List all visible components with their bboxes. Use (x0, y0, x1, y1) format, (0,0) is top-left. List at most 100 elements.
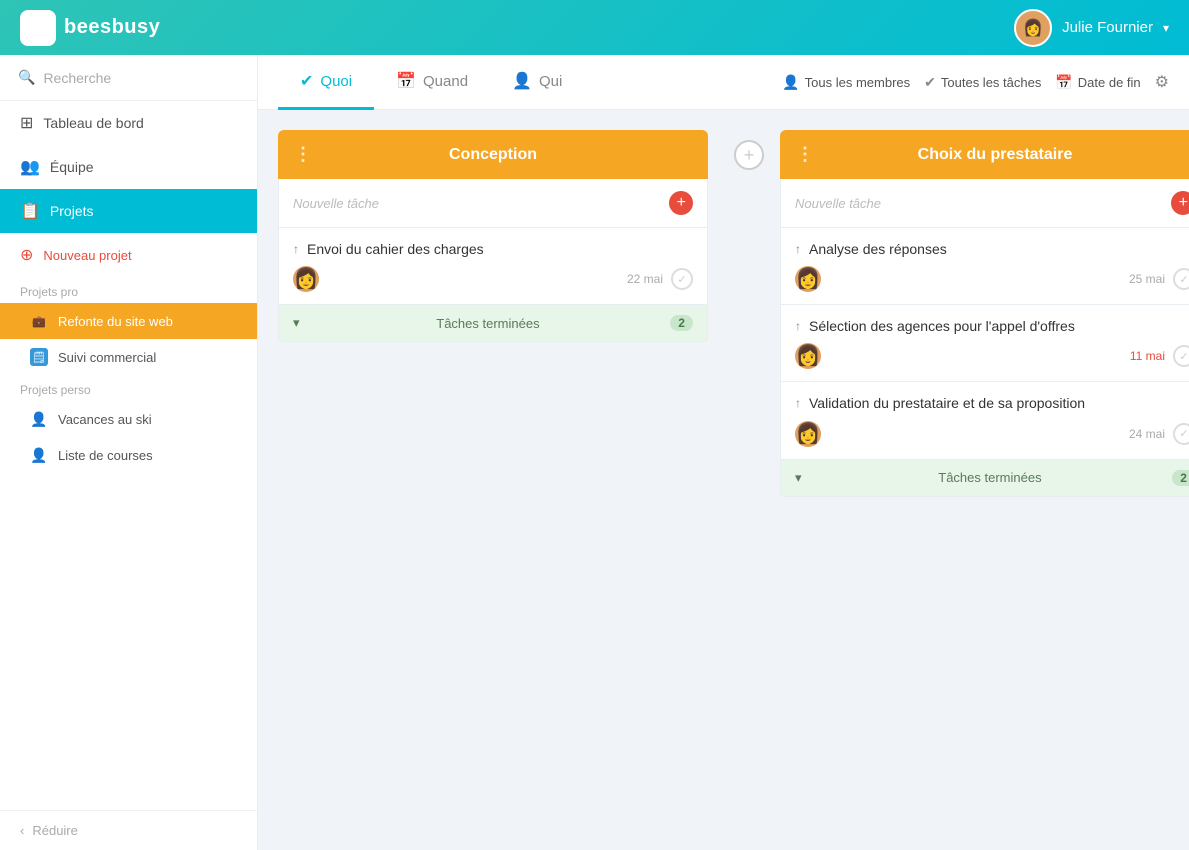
avatar-emoji: 👩 (294, 266, 319, 292)
tab-label: Qui (539, 73, 562, 90)
date-icon: 📅 (1055, 74, 1072, 91)
sidebar-item-dashboard[interactable]: ⊞ Tableau de bord (0, 101, 257, 145)
reduce-button[interactable]: ‹ Réduire (0, 810, 257, 850)
chevron-down-icon: ▾ (1163, 21, 1169, 35)
completed-section-prestataire[interactable]: ▾ Tâches terminées 2 (780, 460, 1189, 497)
new-task-placeholder-2: Nouvelle tâche (795, 196, 881, 211)
filter-date-label: Date de fin (1078, 75, 1141, 90)
tab-qui[interactable]: 👤 Qui (490, 56, 584, 110)
new-task-placeholder: Nouvelle tâche (293, 196, 379, 211)
person-icon-2: 👤 (30, 446, 48, 464)
task-arrow-icon-3: ↑ (795, 319, 801, 333)
task-check-button[interactable]: ✓ (671, 268, 693, 290)
sidebar-subitem-label: Suivi commercial (58, 350, 156, 365)
tab-label: Quand (423, 73, 468, 90)
task-card-3: ↑ Sélection des agences pour l'appel d'o… (780, 305, 1189, 382)
task-card: ↑ Envoi du cahier des charges 👩 22 mai ✓ (278, 228, 708, 305)
chevron-down-icon: ▾ (293, 315, 300, 331)
search-icon: 🔍 (18, 69, 35, 86)
task-title-4[interactable]: Validation du prestataire et de sa propo… (809, 394, 1189, 412)
task-check-button-2[interactable]: ✓ (1173, 268, 1189, 290)
completed-count: 2 (670, 315, 693, 331)
task-avatar: 👩 (293, 266, 319, 292)
chevron-down-icon-2: ▾ (795, 470, 802, 486)
kanban-column-conception: ⋮ Conception ⋮ Nouvelle tâche + ↑ Envoi … (278, 130, 708, 342)
sidebar-subitem-label: Vacances au ski (58, 412, 152, 427)
task-check-button-4[interactable]: ✓ (1173, 423, 1189, 445)
task-title-row: ↑ Envoi du cahier des charges (293, 240, 693, 258)
logo-text: beesbusy (64, 16, 160, 39)
sidebar: 🔍 Recherche ⊞ Tableau de bord 👥 Équipe 📋… (0, 55, 258, 850)
new-project-label: Nouveau projet (43, 248, 131, 263)
sidebar-item-label: Projets (50, 203, 94, 219)
task-footer-4: 👩 24 mai ✓ (795, 421, 1189, 447)
add-task-button-prestataire[interactable]: + (1171, 191, 1189, 215)
chevron-left-icon: ‹ (20, 823, 24, 838)
task-date-4: 24 mai (1129, 427, 1165, 441)
task-title-2[interactable]: Analyse des réponses (809, 240, 1189, 258)
task-avatar-3: 👩 (795, 343, 821, 369)
sidebar-subitem-refonte[interactable]: 💼 Refonte du site web (0, 303, 257, 339)
search-bar[interactable]: 🔍 Recherche (0, 55, 257, 101)
kanban-board: ⋮ Conception ⋮ Nouvelle tâche + ↑ Envoi … (258, 110, 1189, 850)
main-layout: 🔍 Recherche ⊞ Tableau de bord 👥 Équipe 📋… (0, 55, 1189, 850)
tab-quand[interactable]: 📅 Quand (374, 56, 490, 110)
user-name: Julie Fournier (1062, 19, 1153, 36)
task-title[interactable]: Envoi du cahier des charges (307, 240, 693, 258)
completed-label-2: Tâches terminées (938, 470, 1041, 485)
col-title-prestataire: Choix du prestataire (814, 146, 1176, 164)
task-arrow-icon-2: ↑ (795, 242, 801, 256)
new-task-row-conception: Nouvelle tâche + (278, 179, 708, 228)
filter-tasks[interactable]: ✔ Toutes les tâches (924, 74, 1041, 91)
sidebar-item-projects[interactable]: 📋 Projets (0, 189, 257, 233)
user-menu[interactable]: 👩 Julie Fournier ▾ (1014, 9, 1169, 47)
top-navigation: beesbusy 👩 Julie Fournier ▾ (0, 0, 1189, 55)
completed-section-conception[interactable]: ▾ Tâches terminées 2 (278, 305, 708, 342)
col-menu-icon-2[interactable]: ⋮ (796, 144, 814, 165)
logo: beesbusy (20, 10, 160, 46)
sidebar-subitem-label: Liste de courses (58, 448, 153, 463)
settings-icon[interactable]: ⚙ (1155, 72, 1169, 92)
col-header-prestataire: ⋮ Choix du prestataire ⋮ (780, 130, 1189, 179)
filter-date[interactable]: 📅 Date de fin (1055, 74, 1140, 91)
plus-icon: ⊕ (20, 245, 33, 265)
task-check-button-3[interactable]: ✓ (1173, 345, 1189, 367)
col-menu-icon[interactable]: ⋮ (294, 144, 312, 165)
note-icon: 🗒 (30, 348, 48, 366)
sidebar-item-team[interactable]: 👥 Équipe (0, 145, 257, 189)
sidebar-subitem-courses[interactable]: 👤 Liste de courses (0, 437, 257, 473)
projects-icon: 📋 (20, 201, 40, 221)
sidebar-subitem-suivi[interactable]: 🗒 Suivi commercial (0, 339, 257, 375)
new-project-button[interactable]: ⊕ Nouveau projet (0, 233, 257, 277)
sidebar-subitem-vacances[interactable]: 👤 Vacances au ski (0, 401, 257, 437)
tabs-bar: ✔ Quoi 📅 Quand 👤 Qui 👤 Tous les membres … (258, 55, 1189, 110)
task-footer-2: 👩 25 mai ✓ (795, 266, 1189, 292)
calendar-icon: 📅 (396, 71, 416, 91)
avatar-emoji-2: 👩 (796, 266, 821, 292)
task-title-3[interactable]: Sélection des agences pour l'appel d'off… (809, 317, 1189, 335)
members-icon: 👤 (782, 74, 799, 91)
tab-quoi[interactable]: ✔ Quoi (278, 56, 374, 110)
team-icon: 👥 (20, 157, 40, 177)
task-card-4: ↑ Validation du prestataire et de sa pro… (780, 382, 1189, 459)
col-header-conception: ⋮ Conception ⋮ (278, 130, 708, 179)
briefcase-icon: 💼 (30, 312, 48, 330)
perso-section-label: Projets perso (0, 375, 257, 401)
col-title-conception: Conception (312, 146, 674, 164)
filter-members-label: Tous les membres (805, 75, 910, 90)
pro-section-label: Projets pro (0, 277, 257, 303)
logo-icon (20, 10, 56, 46)
sidebar-item-label: Équipe (50, 159, 94, 175)
add-task-button-conception[interactable]: + (669, 191, 693, 215)
task-title-row-4: ↑ Validation du prestataire et de sa pro… (795, 394, 1189, 412)
add-column-button-1[interactable]: + (734, 140, 764, 170)
search-placeholder: Recherche (43, 70, 111, 86)
task-title-row-3: ↑ Sélection des agences pour l'appel d'o… (795, 317, 1189, 335)
check-icon: ✔ (300, 71, 313, 91)
filter-tasks-label: Toutes les tâches (941, 75, 1041, 90)
user-icon: 👤 (512, 71, 532, 91)
task-avatar-2: 👩 (795, 266, 821, 292)
filter-members[interactable]: 👤 Tous les membres (782, 74, 910, 91)
task-date-3: 11 mai (1130, 349, 1165, 363)
task-footer: 👩 22 mai ✓ (293, 266, 693, 292)
